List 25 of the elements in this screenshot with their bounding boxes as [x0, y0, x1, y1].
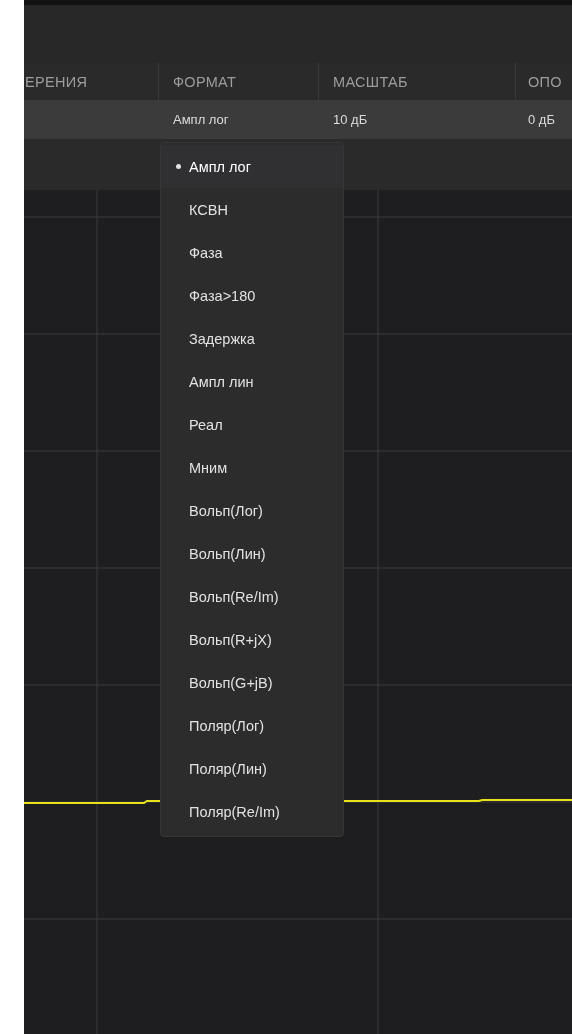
table-cell: 10 дБ [333, 112, 368, 127]
menu-item[interactable]: Задержка [161, 317, 343, 360]
menu-item[interactable]: Вольп(Лог) [161, 489, 343, 532]
menu-item[interactable]: Поляр(Лог) [161, 704, 343, 747]
menu-item[interactable]: Ампл лог [161, 145, 343, 188]
menu-item[interactable]: Фаза [161, 231, 343, 274]
column-header[interactable]: ЕРЕНИЯ [25, 73, 88, 90]
menu-item[interactable]: Вольп(R+jX) [161, 618, 343, 661]
column-header[interactable]: ФОРМАТ [173, 73, 237, 90]
menu-item[interactable]: Фаза>180 [161, 274, 343, 317]
menu-item[interactable]: Поляр(Лин) [161, 747, 343, 790]
table-row[interactable]: Ампл лог 10 дБ 0 дБ [24, 100, 572, 139]
menu-item[interactable]: Реал [161, 403, 343, 446]
menu-item[interactable]: Вольп(Re/Im) [161, 575, 343, 618]
column-header[interactable]: МАСШТАБ [333, 73, 408, 90]
menu-item[interactable]: КСВН [161, 188, 343, 231]
selected-dot-icon [176, 164, 181, 169]
column-header[interactable]: ОПО [528, 73, 562, 90]
menu-item[interactable]: Мним [161, 446, 343, 489]
menu-item[interactable]: Вольп(Лин) [161, 532, 343, 575]
table-cell: 0 дБ [528, 112, 555, 127]
menu-item[interactable]: Поляр(Re/Im) [161, 790, 343, 833]
table-cell: Ампл лог [173, 112, 229, 127]
menu-item[interactable]: Вольп(G+jB) [161, 661, 343, 704]
menu-item[interactable]: Ампл лин [161, 360, 343, 403]
